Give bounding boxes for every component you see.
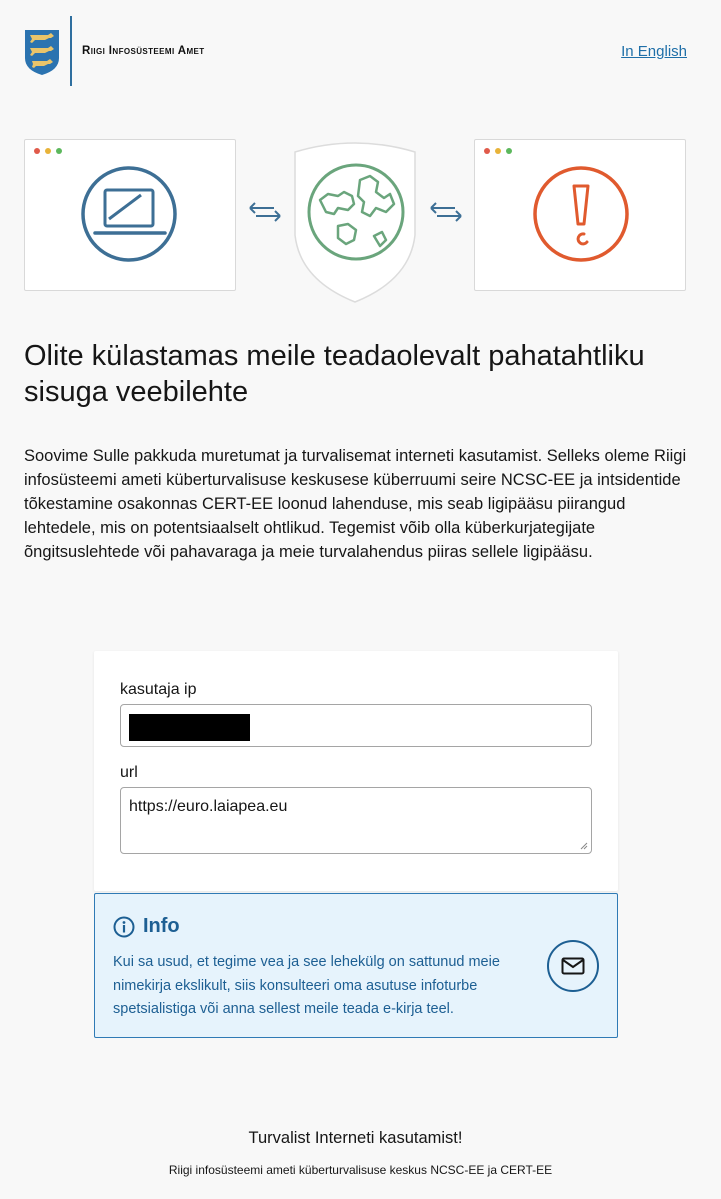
organization-name: Riigi Infosüsteemi Amet (82, 45, 205, 57)
header-divider (70, 16, 72, 86)
resize-grip-icon[interactable] (580, 842, 588, 850)
browser-window-left (24, 139, 236, 291)
redacted-ip-value (129, 714, 250, 741)
ip-field[interactable] (120, 704, 592, 747)
page-title: Olite külastamas meile teadaolevalt paha… (24, 340, 645, 408)
blocking-illustration (0, 130, 721, 310)
globe-shield-icon (294, 142, 416, 303)
info-box: Info Kui sa usud, et tegime vea ja see l… (94, 893, 618, 1038)
laptop-icon (81, 166, 177, 262)
page-header: Riigi Infosüsteemi Amet In English (0, 0, 721, 100)
estonian-coat-of-arms-icon (25, 30, 59, 75)
bidirectional-arrows-icon (249, 202, 281, 222)
bidirectional-arrows-icon (430, 202, 462, 222)
browser-window-right (474, 139, 686, 291)
language-switch-link[interactable]: In English (621, 43, 687, 60)
url-label: url (120, 764, 138, 781)
window-dots (34, 148, 62, 154)
url-field[interactable]: https://euro.laiapea.eu (120, 787, 592, 854)
url-value: https://euro.laiapea.eu (129, 798, 288, 815)
details-card: kasutaja ip url https://euro.laiapea.eu (94, 651, 618, 891)
info-text: Kui sa usud, et tegime vea ja see lehekü… (113, 954, 500, 1017)
intro-paragraph: Soovime Sulle pakkuda muretumat ja turva… (24, 447, 687, 561)
info-title: Info (143, 915, 180, 937)
info-circle-icon (113, 916, 135, 938)
email-button[interactable] (547, 940, 599, 992)
footer-credits: Riigi infosüsteemi ameti küberturvalisus… (168, 1163, 553, 1177)
footer-slogan: Turvalist Interneti kasutamist! (248, 1129, 463, 1147)
window-dots (484, 148, 512, 154)
envelope-icon (561, 957, 585, 975)
ip-label: kasutaja ip (120, 681, 197, 698)
exclamation-icon (533, 166, 629, 262)
